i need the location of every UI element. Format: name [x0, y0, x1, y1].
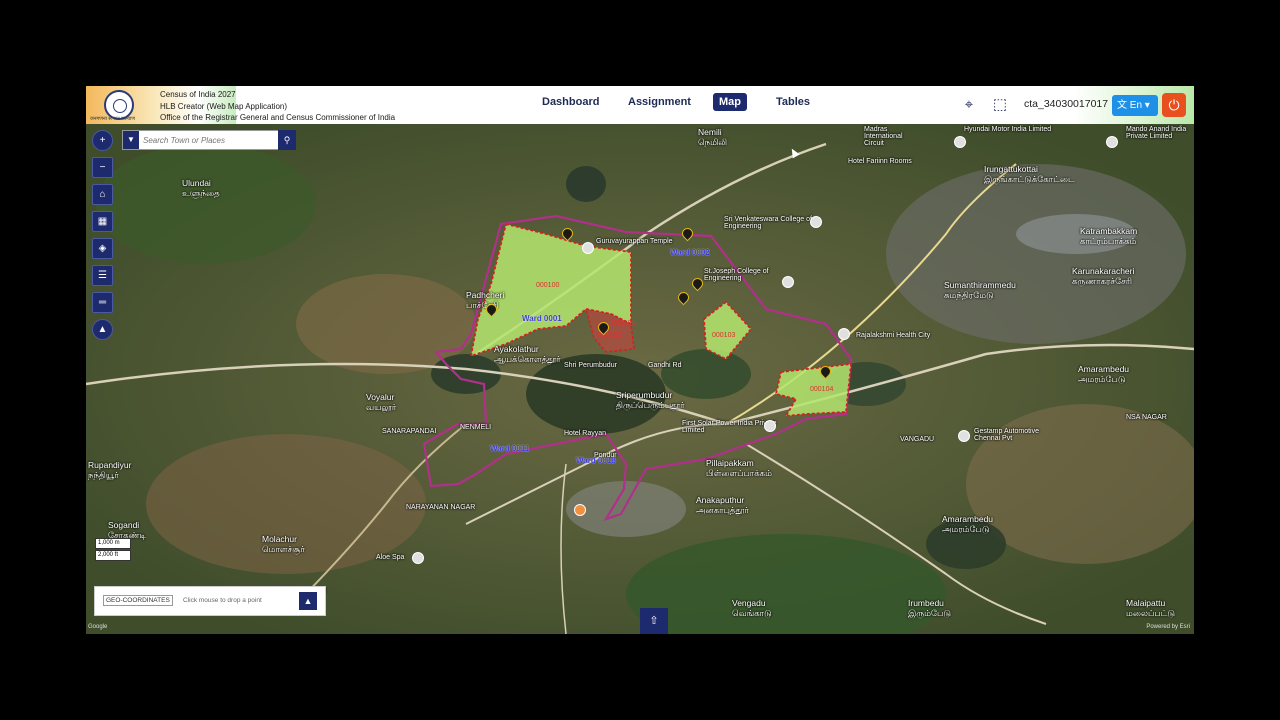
location-add-icon[interactable]: ⌖: [960, 96, 978, 114]
qr-icon[interactable]: ▦: [92, 211, 113, 232]
ward-label[interactable]: Ward 0001: [522, 314, 562, 323]
home-icon[interactable]: ⌂: [92, 184, 113, 205]
app-subtitle: HLB Creator (Web Map Application): [160, 101, 288, 111]
poi-marker-icon[interactable]: [810, 216, 822, 228]
place-label: Pillaipakkam பிள்ளைப்பாக்கம்: [706, 458, 772, 478]
poi-label: Hyundai Motor India Limited: [964, 126, 1052, 133]
search-box: ▼ ⚲: [122, 130, 296, 150]
place-label: Sriperumbudur திருப்பெரும்புதூர்: [616, 390, 685, 410]
place-label: Malaipattu மலைப்பட்டு: [1126, 598, 1175, 618]
scale-imperial: 2,000 ft: [95, 550, 131, 561]
poi-marker-icon[interactable]: [764, 420, 776, 432]
ward-label[interactable]: Ward 0018: [576, 456, 616, 465]
ward-label[interactable]: Ward 0011: [490, 444, 529, 453]
attribution-left: Google: [88, 624, 108, 630]
place-label: Ayakolathur ஆயக்கொளத்தூர்: [494, 344, 561, 364]
user-id: cta_34030017017: [1024, 98, 1109, 110]
block-code-label[interactable]: 000101: [612, 320, 635, 327]
small-label: NARAYANAN NAGAR: [406, 504, 476, 511]
small-label: VANGADU: [900, 436, 935, 443]
nav-tables[interactable]: Tables: [776, 96, 810, 108]
road-icon[interactable]: ═: [92, 292, 113, 313]
search-input[interactable]: [143, 131, 273, 149]
place-label: Amarambedu அமரம்பேடு: [942, 514, 994, 534]
place-label: Anakaputhur அனகாபுத்தூர்: [696, 495, 749, 515]
place-label: Voyalur வயலூர்: [366, 392, 397, 412]
translate-icon: 文: [1117, 100, 1127, 111]
poi-label: Gestamp Automotive Chennai Pvt: [974, 428, 1039, 442]
place-label: Ulundai உளுந்தை: [182, 178, 220, 198]
map-canvas[interactable]: Ulundai உளுந்தை Voyalur வயலூர் Sriperumbud…: [86, 124, 1194, 634]
small-label: Gandhi Rd: [648, 362, 682, 369]
small-label: Aloe Spa: [376, 554, 405, 561]
app-title-block: Census of India 2027 HLB Creator (Web Ma…: [160, 89, 395, 124]
small-label: SANARAPANDAI: [382, 428, 437, 435]
small-label: NENMELI: [460, 424, 492, 431]
app-window: जनगणना से जन कल्याण Census of India 2027…: [86, 86, 1194, 634]
chevron-up-icon[interactable]: ▲: [299, 592, 317, 610]
language-button[interactable]: 文 En ▾: [1112, 95, 1158, 116]
search-icon[interactable]: ⚲: [278, 130, 296, 150]
block-code-label[interactable]: 000103: [712, 332, 735, 339]
chevron-down-icon[interactable]: ▼: [123, 131, 139, 149]
zoom-out-icon[interactable]: −: [92, 157, 113, 178]
compass-icon[interactable]: ▲: [92, 319, 113, 340]
place-label: Katrambakkam காட்ரம்பாக்கம்: [1080, 226, 1138, 246]
poi-label: Mando Anand India Private Limited: [1126, 126, 1187, 140]
poi-label: Rajalakshmi Health City: [856, 332, 931, 339]
poi-marker-icon[interactable]: [574, 504, 586, 516]
language-label: En: [1129, 100, 1143, 111]
geo-coordinates-panel: GEO-COORDINATES Click mouse to drop a po…: [94, 586, 326, 616]
poi-marker-icon[interactable]: [1106, 136, 1118, 148]
poi-marker-icon[interactable]: [412, 552, 424, 564]
poi-marker-icon[interactable]: [782, 276, 794, 288]
layers-icon[interactable]: ◈: [92, 238, 113, 259]
place-label: Nemili நெமிலி: [698, 127, 728, 147]
place-label: Molachur மொளச்சூர்: [262, 534, 305, 554]
emblem-caption: जनगणना से जन कल्याण: [90, 116, 135, 122]
nav-map[interactable]: Map: [713, 93, 747, 111]
place-label: Amarambedu அமரம்பேடு: [1078, 364, 1130, 384]
app-office: Office of the Registrar General and Cens…: [160, 113, 396, 122]
small-label: Hotel Rayyan: [564, 430, 607, 437]
app-title: Census of India 2027: [160, 90, 236, 99]
place-label: Irungattukottai இருங்காட்டுக்கோட்டை: [984, 164, 1075, 184]
block-code-label[interactable]: 000104: [810, 386, 833, 393]
place-label: Sumanthirammedu சுமந்திரமேடு: [944, 280, 1016, 300]
small-label: NSA NAGAR: [1126, 414, 1167, 421]
poi-marker-icon[interactable]: [838, 328, 850, 340]
geo-coordinates-hint: Click mouse to drop a point: [183, 597, 262, 604]
poi-marker-icon[interactable]: [582, 242, 594, 254]
list-icon[interactable]: ☰: [92, 265, 113, 286]
scale-bar: 1,000 m 2,000 ft: [95, 538, 131, 562]
poi-label: Hotel Fariinn Rooms: [848, 158, 912, 165]
poi-label: Guruvayurappan Temple: [596, 238, 673, 245]
nav-assignment[interactable]: Assignment: [628, 96, 691, 108]
scale-metric: 1,000 m: [95, 538, 131, 549]
small-label: Shri Perumbudur: [564, 362, 617, 369]
nav-dashboard[interactable]: Dashboard: [542, 96, 599, 108]
expand-up-icon[interactable]: ⇧: [640, 608, 668, 634]
map-toolbar: + − ⌂ ▦ ◈ ☰ ═ ▲: [92, 130, 113, 346]
header: जनगणना से जन कल्याण Census of India 2027…: [86, 86, 1194, 124]
ward-label[interactable]: Ward 0002: [670, 248, 710, 257]
place-label: Irumbedu இரும்பேடு: [908, 598, 951, 618]
poi-marker-icon[interactable]: [954, 136, 966, 148]
poi-label: Madras International Circuit: [864, 126, 903, 147]
place-label: Rupandiyur நந்தியூர்: [88, 460, 132, 480]
zoom-in-icon[interactable]: +: [92, 130, 113, 151]
geo-coordinates-label: GEO-COORDINATES: [103, 595, 173, 606]
attribution-right: Powered by Esri: [1146, 624, 1190, 630]
poi-marker-icon[interactable]: [958, 430, 970, 442]
polygon-select-icon[interactable]: ⬚: [991, 96, 1009, 114]
place-label: Vengadu வெங்காடு: [732, 598, 772, 618]
place-label: Karunakaracheri கருணாகரச்சேரி: [1072, 266, 1135, 286]
map-layer: [86, 124, 1194, 634]
block-code-label[interactable]: 000100: [536, 282, 559, 289]
power-icon[interactable]: ⏻: [1162, 93, 1186, 117]
